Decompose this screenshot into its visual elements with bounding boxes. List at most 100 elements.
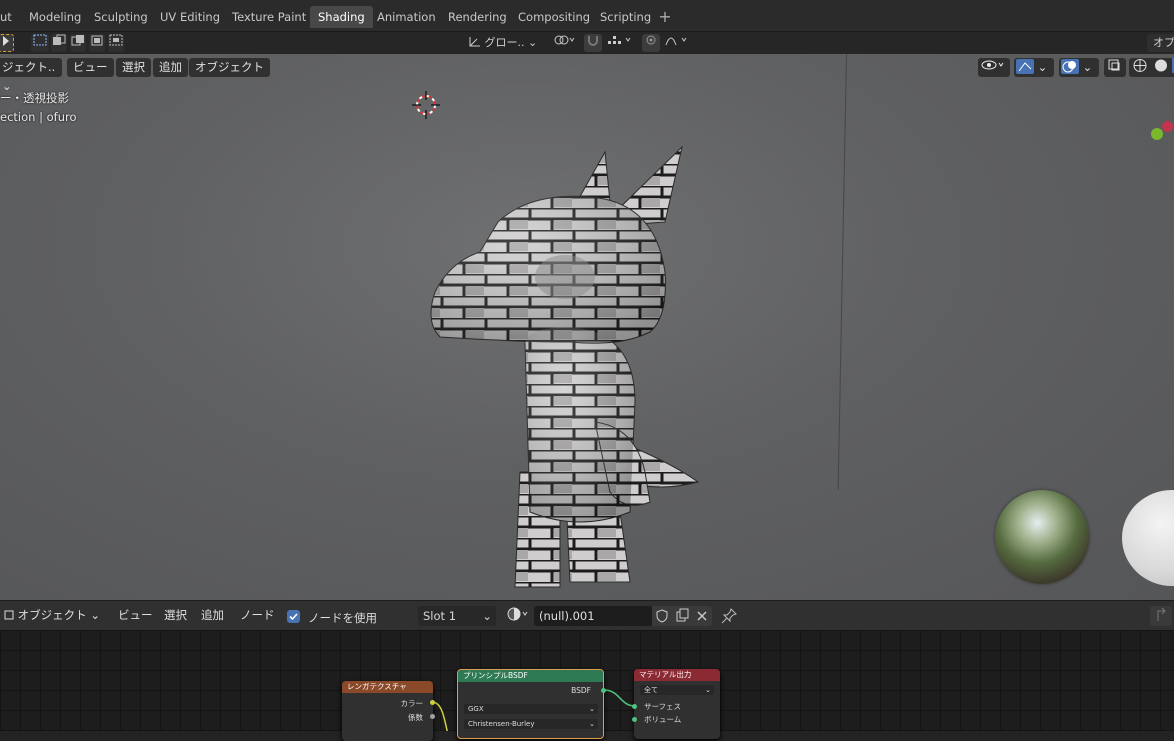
duplicate-material-button[interactable] [672, 606, 692, 626]
shading-mode-group[interactable] [1129, 58, 1174, 77]
unlink-material-button[interactable] [692, 606, 712, 626]
principled-bsdf-node[interactable]: プリンシプルBSDF BSDF GGX ⌄ Christensen-Burley ⌄ [457, 669, 604, 739]
tab-rendering[interactable]: Rendering [440, 6, 515, 28]
tool-header: グロー.. ⌄ オプ [0, 32, 1174, 54]
white-preview-sphere [1122, 490, 1174, 586]
bsdf-output-label: BSDF [571, 686, 591, 695]
add-workspace-button[interactable]: + [655, 6, 675, 28]
output-node-title: マテリアル出力 [634, 669, 720, 681]
node-menu-node[interactable]: ノード [234, 606, 281, 625]
falloff-curve-icon [665, 37, 687, 46]
node-menu-add[interactable]: 追加 [195, 606, 230, 625]
tab-compositing[interactable]: Compositing [510, 6, 598, 28]
tab-animation[interactable]: Animation [369, 6, 444, 28]
select-subtract-button[interactable] [70, 34, 86, 52]
viewport-menu-view[interactable]: ビュー [67, 58, 114, 77]
3d-cursor-icon[interactable] [406, 87, 446, 127]
tab-texture-paint[interactable]: Texture Paint [224, 6, 314, 28]
snap-toggle[interactable] [584, 34, 602, 52]
select-extend-button[interactable] [51, 34, 67, 52]
viewport-menu-add[interactable]: 追加 [153, 58, 188, 77]
shading-modes-icon [1133, 58, 1174, 73]
options-label: オプ [1153, 36, 1174, 49]
bsdf-node-title: プリンシプルBSDF [458, 670, 603, 682]
tab-shading[interactable]: Shading [310, 6, 373, 28]
3d-viewport[interactable]: ジェクト.. ⌄ ビュー 選択 追加 オブジェクト ⌄ ⌄ ー・透視投影 ect… [0, 54, 1174, 600]
snap-target-dropdown[interactable] [605, 34, 635, 52]
color-output-socket[interactable] [430, 700, 435, 705]
chevron-down-icon: ⌄ [1082, 60, 1093, 74]
select-new-button[interactable] [31, 34, 49, 52]
xray-icon [1108, 59, 1120, 71]
checkmark-icon [289, 613, 298, 621]
select-tool-button[interactable] [0, 34, 14, 52]
fake-user-button[interactable] [652, 606, 672, 626]
eye-icon [981, 60, 1004, 70]
slot-dropdown[interactable]: Slot 1 ⌄ [418, 606, 496, 626]
tab-layout[interactable]: ut [0, 6, 20, 28]
pivot-link-icon [554, 35, 575, 45]
copy-icon [676, 608, 689, 622]
gizmo-y-axis-icon[interactable] [1151, 128, 1163, 140]
dragon-model[interactable] [420, 142, 720, 592]
bsdf-output-socket[interactable] [601, 688, 606, 693]
pivot-point-dropdown[interactable] [550, 34, 578, 52]
overlays-dropdown[interactable]: ⌄ [1059, 58, 1099, 77]
surface-input-socket[interactable] [632, 704, 637, 709]
view-info: ー・透視投影 [0, 91, 69, 105]
transform-orientation-dropdown[interactable]: グロー.. ⌄ [463, 34, 543, 52]
node-mode-dropdown[interactable]: オブジェクト ⌄ [0, 606, 104, 625]
select-invert-button[interactable] [89, 34, 105, 52]
brick-texture-node[interactable]: レンガテクスチャ カラー 係数 [342, 681, 433, 741]
node-editor-canvas[interactable]: レンガテクスチャ カラー 係数 プリンシプルBSDF BSDF GGX ⌄ Chr… [0, 630, 1174, 741]
viewport-menu-select[interactable]: 選択 [116, 58, 151, 77]
use-nodes-checkbox[interactable] [287, 610, 300, 623]
chevron-down-icon: ⌄ [90, 608, 100, 622]
fac-output-socket[interactable] [430, 714, 435, 719]
object-mode-icon [4, 610, 14, 620]
output-target-dropdown[interactable]: 全て ⌄ [640, 685, 714, 695]
select-intersect-button[interactable] [108, 34, 124, 52]
subsurface-method-dropdown[interactable]: Christensen-Burley ⌄ [464, 719, 598, 729]
parent-tree-button[interactable] [1150, 606, 1172, 626]
tab-scripting[interactable]: Scripting [592, 6, 659, 28]
slot-label: Slot 1 [423, 609, 457, 623]
volume-input-socket[interactable] [632, 717, 637, 722]
chevron-down-icon: ⌄ [589, 705, 595, 713]
gizmo-dropdown[interactable]: ⌄ [1014, 58, 1054, 77]
material-browse-dropdown[interactable] [503, 606, 533, 626]
select-invert-icon [91, 35, 103, 46]
tab-uv-editing[interactable]: UV Editing [152, 6, 228, 28]
eye-socket [535, 255, 595, 299]
tab-sculpting[interactable]: Sculpting [86, 6, 156, 28]
material-output-node[interactable]: マテリアル出力 全て ⌄ サーフェス ボリューム [634, 669, 720, 739]
arrow-up-icon [1157, 607, 1166, 621]
node-menu-select[interactable]: 選択 [158, 606, 193, 625]
object-mode-dropdown[interactable]: ジェクト.. ⌄ [0, 58, 62, 93]
chevron-down-icon: ⌄ [1037, 60, 1048, 74]
hdri-preview-sphere [995, 490, 1089, 584]
visibility-dropdown[interactable] [978, 58, 1010, 77]
tab-modeling[interactable]: Modeling [21, 6, 89, 28]
gizmo-x-axis-icon[interactable] [1162, 121, 1173, 132]
proportional-edit-icon [646, 35, 656, 45]
options-dropdown[interactable]: オプ [1147, 34, 1174, 52]
distribution-label: GGX [468, 705, 484, 713]
node-menu-view[interactable]: ビュー [112, 606, 159, 625]
orientation-icon [469, 37, 480, 47]
volume-input-label: ボリューム [644, 715, 682, 724]
xray-toggle[interactable] [1104, 58, 1126, 77]
pin-button[interactable] [719, 606, 739, 626]
proportional-edit-toggle[interactable] [642, 34, 660, 52]
viewport-menu-object[interactable]: オブジェクト [189, 58, 270, 77]
chevron-down-icon: ⌄ [589, 720, 595, 728]
select-new-icon [33, 34, 47, 46]
gizmo-icon [1016, 59, 1034, 74]
material-name-field[interactable]: (null).001 [534, 606, 652, 626]
distribution-dropdown[interactable]: GGX ⌄ [464, 704, 598, 714]
node-editor-header: オブジェクト ⌄ ビュー 選択 追加 ノード ノードを使用 Slot 1 ⌄ (… [0, 600, 1174, 630]
close-icon [697, 611, 707, 621]
falloff-dropdown[interactable] [663, 34, 691, 52]
collection-info: ection | ofuro [0, 110, 77, 124]
pin-icon [721, 608, 737, 624]
